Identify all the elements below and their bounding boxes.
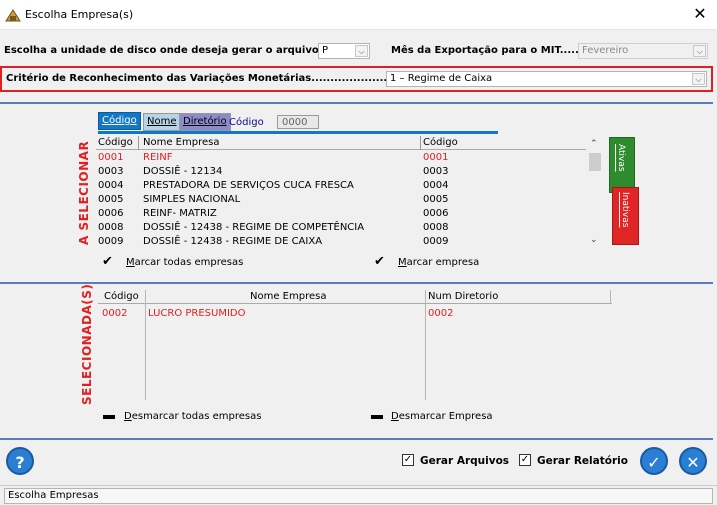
- unmark-one-button[interactable]: Desmarcar Empresa: [391, 411, 493, 422]
- close-icon[interactable]: ✕: [690, 4, 710, 24]
- grid-header: Código Nome Empresa Código: [96, 136, 586, 150]
- col-divider: [610, 290, 611, 304]
- window-title: Escolha Empresa(s): [25, 8, 134, 21]
- help-button[interactable]: ?: [6, 447, 34, 475]
- inativas-button[interactable]: Inativas: [612, 187, 639, 245]
- ativas-button[interactable]: Ativas: [609, 137, 635, 193]
- col-header: Código: [423, 137, 458, 148]
- chevron-down-icon[interactable]: ⌄: [590, 235, 598, 245]
- criteria-label: Critério de Reconhecimento das Variações…: [6, 73, 403, 84]
- search-input[interactable]: 0000: [277, 115, 319, 129]
- ativas-label: Ativas: [616, 144, 626, 172]
- scrollbar[interactable]: ⌃ ⌄: [587, 139, 603, 249]
- table-row[interactable]: 0006 REINF- MATRIZ 0006: [96, 207, 586, 221]
- disk-select[interactable]: P ⌵: [318, 43, 370, 59]
- mark-one-button[interactable]: Marcar empresa: [398, 257, 479, 268]
- disk-value: P: [322, 45, 329, 56]
- tab-underline: [98, 131, 498, 134]
- chevron-down-icon[interactable]: ⌵: [692, 73, 705, 85]
- app-icon: [5, 9, 21, 22]
- chevron-up-icon[interactable]: ⌃: [590, 139, 598, 149]
- table-row[interactable]: 0002 LUCRO PRESUMIDO 0002: [98, 307, 612, 321]
- month-label: Mês da Exportação para o MIT.....:: [391, 45, 583, 56]
- inativas-label: Inativas: [620, 192, 630, 228]
- tab-codigo[interactable]: Código: [98, 112, 141, 130]
- table-row[interactable]: 0004 PRESTADORA DE SERVIÇOS CUCA FRESCA 00…: [96, 179, 586, 193]
- table-row[interactable]: 0008 DOSSIÊ - 12438 - REGIME DE COMPETÊNC…: [96, 221, 586, 235]
- mark-all-button[interactable]: Marcar todas empresas: [126, 257, 243, 268]
- table-row[interactable]: 0009 DOSSIÊ - 12438 - REGIME DE CAIXA 0009: [96, 235, 586, 249]
- gen-files-checkbox[interactable]: ✓: [402, 454, 414, 466]
- status-panel: Escolha Empresas: [4, 488, 713, 504]
- tab-nome[interactable]: Nome: [143, 113, 181, 131]
- table-row[interactable]: 0003 DOSSIÊ - 12134 0003: [96, 165, 586, 179]
- title-bar: Escolha Empresa(s) ✕: [0, 0, 717, 30]
- scrollbar-thumb[interactable]: [589, 153, 601, 171]
- col-header: Código: [104, 291, 139, 302]
- cancel-button[interactable]: ✕: [679, 447, 707, 475]
- divider: [0, 282, 713, 284]
- grid-header: Código Nome Empresa Num Diretorio: [98, 290, 612, 304]
- tab-diretorio[interactable]: Diretório: [179, 113, 231, 131]
- search-label: Código: [229, 117, 264, 128]
- companies-grid: Código Nome Empresa Código 0001 REINF 0001…: [96, 136, 586, 250]
- section-label-to-select: A SELECIONAR: [77, 140, 91, 245]
- criteria-select[interactable]: 1 – Regime de Caixa ⌵: [386, 71, 707, 87]
- chevron-down-icon[interactable]: ⌵: [693, 45, 706, 57]
- gen-report-label: Gerar Relatório: [537, 455, 628, 467]
- chevron-down-icon[interactable]: ⌵: [355, 45, 368, 57]
- col-divider: [138, 136, 139, 150]
- col-header: Nome Empresa: [143, 137, 220, 148]
- divider: [0, 438, 713, 440]
- gen-files-label: Gerar Arquivos: [420, 455, 510, 467]
- search-value: 0000: [282, 117, 308, 128]
- col-header: Nome Empresa: [250, 291, 327, 302]
- minus-icon[interactable]: [103, 415, 115, 419]
- checkmark-icon[interactable]: ✔: [102, 254, 113, 269]
- help-icon: ?: [15, 453, 25, 472]
- check-icon: ✓: [647, 453, 661, 472]
- month-select[interactable]: Fevereiro ⌵: [578, 43, 708, 59]
- selected-grid: Código Nome Empresa Num Diretorio 0002 L…: [98, 290, 612, 400]
- section-label-selected: SELECIONADA(S): [80, 283, 94, 405]
- criteria-value: 1 – Regime de Caixa: [390, 73, 493, 84]
- month-value: Fevereiro: [582, 45, 629, 56]
- divider: [0, 102, 713, 104]
- table-row[interactable]: 0001 REINF 0001: [96, 151, 586, 165]
- disk-label: Escolha a unidade de disco onde deseja g…: [4, 45, 323, 56]
- col-header: Num Diretorio: [428, 291, 499, 302]
- checkmark-icon[interactable]: ✔: [374, 254, 385, 269]
- unmark-all-button[interactable]: Desmarcar todas empresas: [124, 411, 261, 422]
- minus-icon[interactable]: [371, 415, 383, 419]
- table-row[interactable]: 0005 SIMPLES NACIONAL 0005: [96, 193, 586, 207]
- grid-body: 0001 REINF 0001 0003 DOSSIÊ - 12134 0003 000…: [96, 151, 586, 251]
- ok-button[interactable]: ✓: [640, 447, 668, 475]
- status-text: Escolha Empresas: [8, 490, 99, 501]
- status-bar: Escolha Empresas: [0, 485, 717, 505]
- close-icon: ✕: [686, 453, 700, 472]
- gen-report-checkbox[interactable]: ✓: [519, 454, 531, 466]
- col-header: Código: [98, 137, 133, 148]
- col-divider: [420, 136, 421, 150]
